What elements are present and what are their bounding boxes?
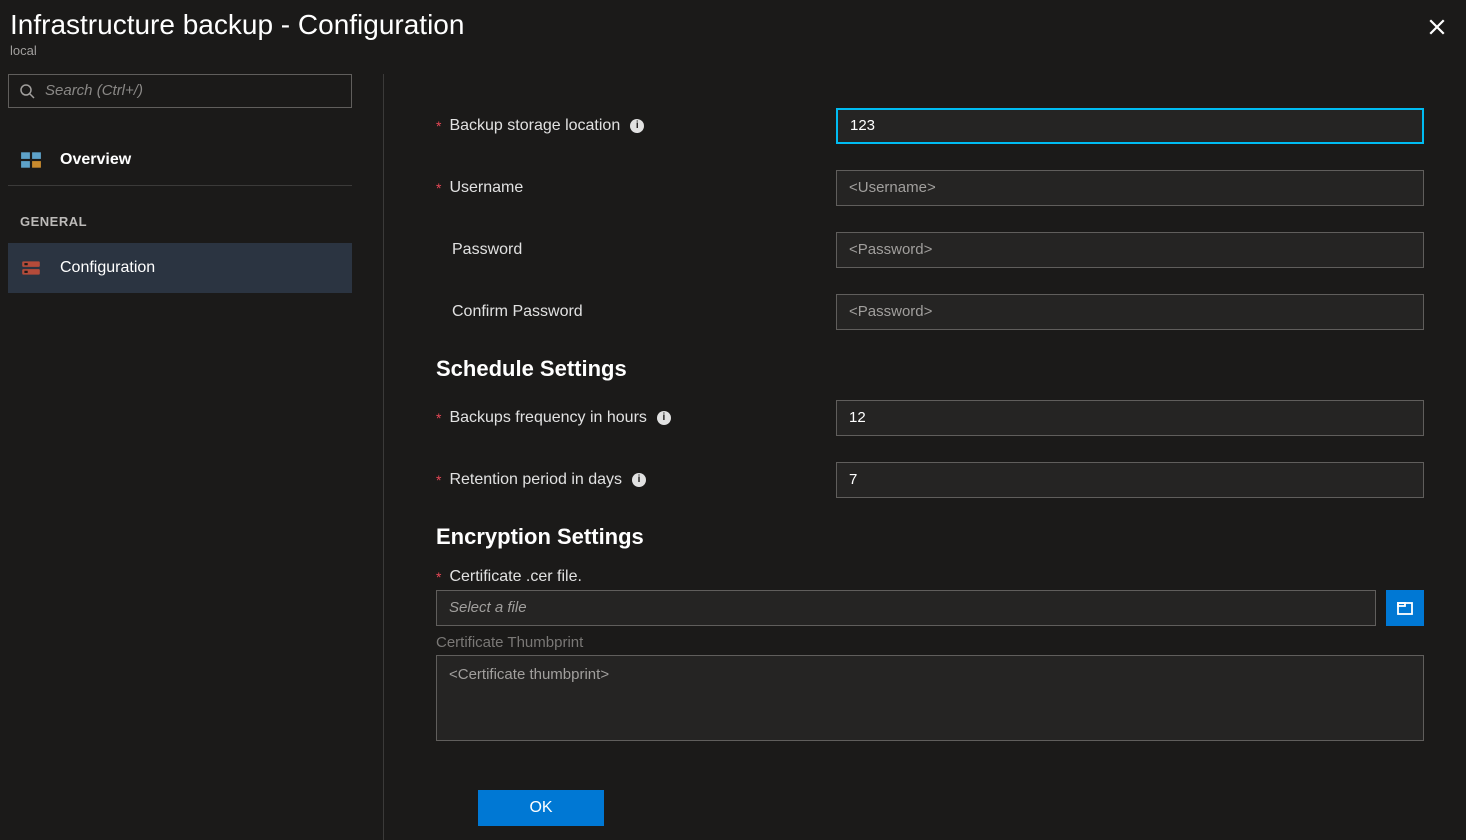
field-label-backup-location: Backup storage location [449, 117, 620, 135]
sidebar-section-general: GENERAL [8, 186, 383, 243]
required-marker: * [436, 118, 441, 134]
backup-location-input[interactable] [836, 108, 1424, 144]
info-icon[interactable]: i [632, 473, 646, 487]
search-input[interactable] [35, 82, 341, 99]
frequency-input[interactable] [836, 400, 1424, 436]
cert-file-input[interactable] [436, 590, 1376, 626]
field-label-frequency: Backups frequency in hours [449, 409, 646, 427]
folder-icon [1395, 598, 1415, 618]
configuration-icon [20, 257, 42, 279]
overview-icon [20, 149, 42, 171]
sidebar-item-label: Configuration [60, 259, 155, 277]
close-icon[interactable] [1426, 16, 1448, 38]
field-label-username: Username [449, 179, 523, 197]
field-label-cert-thumbprint: Certificate Thumbprint [436, 634, 1424, 651]
content-pane: * Backup storage location i * Username [384, 74, 1466, 840]
info-icon[interactable]: i [657, 411, 671, 425]
required-marker: * [436, 569, 441, 585]
password-input[interactable] [836, 232, 1424, 268]
sidebar-item-overview[interactable]: Overview [8, 136, 352, 186]
field-label-cert-file: Certificate .cer file. [449, 568, 581, 586]
search-icon [19, 83, 35, 99]
sidebar: Overview GENERAL Configuration [0, 74, 384, 840]
sidebar-item-label: Overview [60, 151, 131, 169]
field-label-confirm-password: Confirm Password [452, 303, 583, 321]
encryption-settings-heading: Encryption Settings [436, 524, 1424, 550]
confirm-password-input[interactable] [836, 294, 1424, 330]
info-icon[interactable]: i [630, 119, 644, 133]
ok-button[interactable]: OK [478, 790, 604, 826]
browse-file-button[interactable] [1386, 590, 1424, 626]
sidebar-item-configuration[interactable]: Configuration [8, 243, 352, 293]
schedule-settings-heading: Schedule Settings [436, 356, 1424, 382]
retention-input[interactable] [836, 462, 1424, 498]
required-marker: * [436, 180, 441, 196]
field-label-retention: Retention period in days [449, 471, 622, 489]
username-input[interactable] [836, 170, 1424, 206]
cert-thumbprint-input[interactable] [436, 655, 1424, 741]
page-subtitle: local [10, 43, 464, 58]
required-marker: * [436, 410, 441, 426]
search-box[interactable] [8, 74, 352, 108]
required-marker: * [436, 472, 441, 488]
page-title: Infrastructure backup - Configuration [10, 10, 464, 41]
pin-icon[interactable] [1388, 16, 1410, 38]
blade-header: Infrastructure backup - Configuration lo… [0, 0, 1466, 64]
field-label-password: Password [452, 241, 522, 259]
